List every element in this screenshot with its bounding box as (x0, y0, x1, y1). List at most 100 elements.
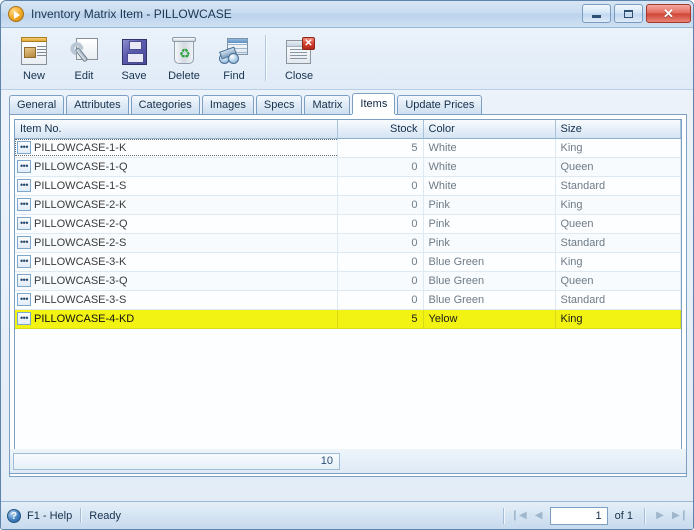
cell-item-no[interactable]: ••• PILLOWCASE-1-Q (15, 157, 338, 177)
cell-stock[interactable]: 5 (337, 138, 424, 158)
table-row[interactable]: ••• PILLOWCASE-3-S 0 Blue Green Standard (15, 290, 681, 310)
help-question-icon[interactable]: ? (7, 508, 21, 523)
row-ellipsis-button[interactable]: ••• (17, 179, 31, 192)
window-title: Inventory Matrix Item - PILLOWCASE (31, 7, 232, 21)
cell-stock[interactable]: 0 (337, 157, 424, 177)
cell-stock[interactable]: 0 (337, 290, 424, 310)
cell-item-no[interactable]: ••• PILLOWCASE-2-Q (15, 214, 338, 234)
cell-color[interactable]: White (423, 176, 556, 196)
edit-button[interactable]: Edit (59, 32, 109, 86)
column-header-item-no[interactable]: Item No. (15, 120, 338, 139)
cell-size[interactable]: Standard (555, 233, 681, 253)
row-ellipsis-button[interactable]: ••• (17, 160, 31, 173)
delete-button[interactable]: ♻ Delete (159, 32, 209, 86)
minimize-button[interactable] (582, 4, 611, 23)
column-header-stock[interactable]: Stock (337, 120, 424, 139)
close-button[interactable]: ✕ Close (274, 32, 324, 86)
inventory-matrix-item-window: Inventory Matrix Item - PILLOWCASE ✕ New (0, 0, 694, 530)
cell-item-no[interactable]: ••• PILLOWCASE-1-S (15, 176, 338, 196)
table-row[interactable]: ••• PILLOWCASE-1-K 5 White King (15, 138, 681, 158)
cell-size[interactable]: King (555, 309, 681, 329)
cell-item-no-label: PILLOWCASE-3-K (34, 255, 127, 268)
summary-empty-area (340, 452, 683, 471)
save-button[interactable]: Save (109, 32, 159, 86)
cell-item-no[interactable]: ••• PILLOWCASE-2-K (15, 195, 338, 215)
new-button[interactable]: New (9, 32, 59, 86)
close-document-icon: ✕ (283, 36, 315, 68)
row-ellipsis-button[interactable]: ••• (17, 293, 31, 306)
maximize-button[interactable] (614, 4, 643, 23)
last-record-button[interactable]: ▶❙ (671, 507, 689, 525)
cell-item-no[interactable]: ••• PILLOWCASE-3-S (15, 290, 338, 310)
cell-color[interactable]: Pink (423, 233, 556, 253)
cell-color[interactable]: Blue Green (423, 271, 556, 291)
cell-size[interactable]: Queen (555, 157, 681, 177)
row-ellipsis-button[interactable]: ••• (17, 255, 31, 268)
cell-color[interactable]: Blue Green (423, 290, 556, 310)
cell-color[interactable]: Yelow (423, 309, 556, 329)
cell-item-no[interactable]: ••• PILLOWCASE-2-S (15, 233, 338, 253)
tab-categories[interactable]: Categories (130, 95, 200, 114)
cell-item-no[interactable]: ••• PILLOWCASE-3-Q (15, 271, 338, 291)
cell-stock[interactable]: 0 (337, 233, 424, 253)
cell-stock[interactable]: 0 (337, 176, 424, 196)
cell-color[interactable]: Pink (423, 195, 556, 215)
cell-size[interactable]: King (555, 195, 681, 215)
table-row[interactable]: ••• PILLOWCASE-1-Q 0 White Queen (15, 157, 681, 177)
cell-stock[interactable]: 0 (337, 271, 424, 291)
first-record-button[interactable]: ❙◀ (510, 507, 528, 525)
tab-items[interactable]: Items (352, 93, 396, 114)
cell-item-no[interactable]: ••• PILLOWCASE-4-KD (15, 309, 338, 329)
tab-images[interactable]: Images (201, 95, 254, 114)
table-row[interactable]: ••• PILLOWCASE-2-Q 0 Pink Queen (15, 214, 681, 234)
cell-stock[interactable]: 0 (337, 195, 424, 215)
cell-item-no[interactable]: ••• PILLOWCASE-3-K (15, 252, 338, 272)
table-row[interactable]: ••• PILLOWCASE-1-S 0 White Standard (15, 176, 681, 196)
table-row[interactable]: ••• PILLOWCASE-3-K 0 Blue Green King (15, 252, 681, 272)
row-ellipsis-button[interactable]: ••• (17, 312, 31, 325)
tab-matrix[interactable]: Matrix (304, 95, 351, 114)
cell-color[interactable]: Blue Green (423, 252, 556, 272)
table-row-highlighted[interactable]: ••• PILLOWCASE-4-KD 5 Yelow King (15, 309, 681, 329)
next-record-button[interactable]: ▶ (651, 507, 669, 525)
column-header-color[interactable]: Color (423, 120, 556, 139)
tab-specs[interactable]: Specs (255, 95, 303, 114)
cell-size[interactable]: Queen (555, 271, 681, 291)
cell-size[interactable]: Standard (555, 290, 681, 310)
cell-stock[interactable]: 5 (337, 309, 424, 329)
tab-general[interactable]: General (9, 95, 65, 114)
cell-color[interactable]: White (423, 138, 556, 158)
cell-stock[interactable]: 0 (337, 252, 424, 272)
cell-size[interactable]: King (555, 252, 681, 272)
items-table-body: ••• PILLOWCASE-1-K 5 White King ••• PILL… (15, 138, 681, 329)
edit-wrench-icon (68, 36, 100, 68)
tab-specs-label: Specs (263, 99, 295, 111)
column-header-size[interactable]: Size (555, 120, 681, 139)
maximize-icon (624, 9, 633, 18)
row-ellipsis-button[interactable]: ••• (17, 198, 31, 211)
row-ellipsis-button[interactable]: ••• (17, 217, 31, 230)
cell-item-no[interactable]: ••• PILLOWCASE-1-K (15, 138, 338, 158)
row-ellipsis-button[interactable]: ••• (17, 236, 31, 249)
previous-record-button[interactable]: ◀ (530, 507, 548, 525)
table-row[interactable]: ••• PILLOWCASE-3-Q 0 Blue Green Queen (15, 271, 681, 291)
cell-color[interactable]: Pink (423, 214, 556, 234)
new-record-icon (18, 36, 50, 68)
main-toolbar: New Edit Save ♻ Delete Find ✕ Close (1, 28, 693, 90)
record-navigator: ❙◀ ◀ 1 of 1 ▶ ▶❙ (499, 506, 689, 525)
close-window-button[interactable]: ✕ (646, 4, 691, 23)
find-button[interactable]: Find (209, 32, 259, 86)
cell-stock[interactable]: 0 (337, 214, 424, 234)
row-ellipsis-button[interactable]: ••• (17, 274, 31, 287)
cell-item-no-label: PILLOWCASE-1-K (34, 141, 127, 154)
tab-attributes[interactable]: Attributes (66, 95, 129, 114)
cell-color[interactable]: White (423, 157, 556, 177)
page-number-input[interactable]: 1 (549, 506, 608, 525)
cell-size[interactable]: Queen (555, 214, 681, 234)
table-row[interactable]: ••• PILLOWCASE-2-K 0 Pink King (15, 195, 681, 215)
row-ellipsis-button[interactable]: ••• (17, 141, 31, 154)
tab-update-prices[interactable]: Update Prices (397, 95, 483, 114)
table-row[interactable]: ••• PILLOWCASE-2-S 0 Pink Standard (15, 233, 681, 253)
cell-size[interactable]: Standard (555, 176, 681, 196)
cell-size[interactable]: King (555, 138, 681, 158)
